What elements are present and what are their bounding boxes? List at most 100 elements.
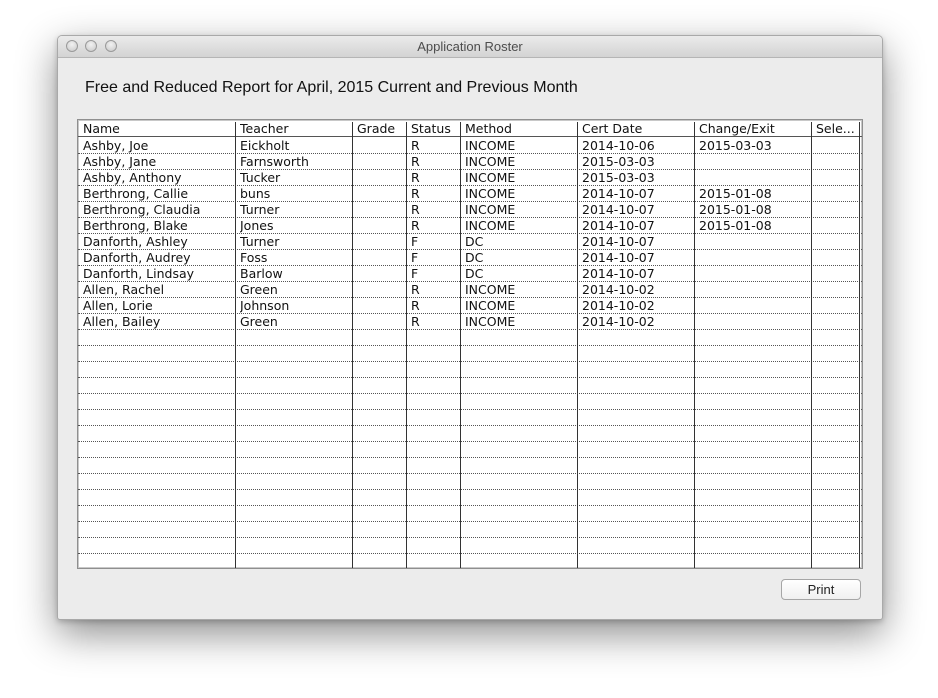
cell-select <box>816 250 858 266</box>
cell-select <box>816 218 858 234</box>
empty-table-row[interactable] <box>78 330 862 346</box>
column-header-cert-date[interactable]: Cert Date <box>582 122 695 136</box>
table-row[interactable]: Berthrong, Claudia Turner R INCOME 2014-10-0… <box>78 202 862 218</box>
cell-change-exit <box>699 282 812 298</box>
cell-change-exit: 2015-01-08 <box>699 186 772 201</box>
cell-teacher: buns <box>240 186 271 201</box>
column-divider[interactable] <box>352 122 353 568</box>
cell-teacher: Turner <box>240 234 280 249</box>
empty-table-row[interactable] <box>78 506 862 522</box>
cell-select <box>816 202 858 218</box>
cell-change-exit <box>699 298 812 314</box>
cell-name: Berthrong, Blake <box>83 218 188 233</box>
cell-teacher: Farnsworth <box>240 154 309 169</box>
cell-name: Danforth, Lindsay <box>83 266 195 281</box>
column-divider[interactable] <box>811 122 812 568</box>
cell-name: Ashby, Joe <box>83 138 149 153</box>
column-divider[interactable] <box>460 122 461 568</box>
title-bar[interactable]: Application Roster <box>58 36 882 58</box>
cell-cert-date: 2014-10-07 <box>582 218 655 233</box>
column-header-change-exit[interactable]: Change/Exit <box>699 122 812 136</box>
cell-cert-date: 2015-03-03 <box>582 170 655 185</box>
table-row[interactable]: Ashby, Jane Farnsworth R INCOME 2015-03-03 <box>78 154 862 170</box>
column-header-status[interactable]: Status <box>411 122 461 136</box>
table-row[interactable]: Danforth, Lindsay Barlow F DC 2014-10-07 <box>78 266 862 282</box>
cell-grade <box>357 234 407 250</box>
empty-table-row[interactable] <box>78 378 862 394</box>
cell-status: R <box>411 282 420 297</box>
column-divider[interactable] <box>406 122 407 568</box>
report-title: Free and Reduced Report for April, 2015 … <box>85 79 578 96</box>
table-row[interactable]: Danforth, Audrey Foss F DC 2014-10-07 <box>78 250 862 266</box>
empty-table-row[interactable] <box>78 474 862 490</box>
table-row[interactable]: Allen, Bailey Green R INCOME 2014-10-02 <box>78 314 862 330</box>
cell-teacher: Eickholt <box>240 138 290 153</box>
column-header-method[interactable]: Method <box>465 122 578 136</box>
cell-select <box>816 298 858 314</box>
cell-change-exit <box>699 266 812 282</box>
empty-table-row[interactable] <box>78 554 862 568</box>
table-row[interactable]: Ashby, Joe Eickholt R INCOME 2014-10-06 2015-… <box>78 138 862 154</box>
column-divider[interactable] <box>694 122 695 568</box>
cell-status: F <box>411 234 419 249</box>
table-header: Name Teacher Grade Status Method Cert Da… <box>78 122 862 137</box>
cell-grade <box>357 218 407 234</box>
cell-status: R <box>411 202 420 217</box>
cell-status: R <box>411 218 420 233</box>
table-row[interactable]: Allen, Lorie Johnson R INCOME 2014-10-02 <box>78 298 862 314</box>
print-button[interactable]: Print <box>781 579 861 600</box>
cell-select <box>816 138 858 154</box>
column-header-name[interactable]: Name <box>83 122 233 136</box>
table-row[interactable]: Berthrong, Blake Jones R INCOME 2014-10-07 20… <box>78 218 862 234</box>
cell-grade <box>357 202 407 218</box>
cell-teacher: Green <box>240 282 278 297</box>
cell-teacher: Jones <box>240 218 274 233</box>
cell-method: INCOME <box>465 298 516 313</box>
table-row[interactable]: Berthrong, Callie buns R INCOME 2014-10-07 20… <box>78 186 862 202</box>
column-header-grade[interactable]: Grade <box>357 122 407 136</box>
empty-table-row[interactable] <box>78 458 862 474</box>
cell-name: Ashby, Jane <box>83 154 157 169</box>
cell-status: F <box>411 266 419 281</box>
cell-method: INCOME <box>465 154 516 169</box>
cell-status: F <box>411 250 419 265</box>
empty-table-row[interactable] <box>78 362 862 378</box>
column-header-teacher[interactable]: Teacher <box>240 122 353 136</box>
column-divider[interactable] <box>235 122 236 568</box>
roster-table[interactable]: Name Teacher Grade Status Method Cert Da… <box>77 119 863 569</box>
cell-name: Danforth, Audrey <box>83 250 191 265</box>
cell-teacher: Foss <box>240 250 268 265</box>
cell-teacher: Johnson <box>240 298 290 313</box>
cell-cert-date: 2014-10-07 <box>582 202 655 217</box>
table-row[interactable]: Allen, Rachel Green R INCOME 2014-10-02 <box>78 282 862 298</box>
cell-change-exit: 2015-01-08 <box>699 218 772 233</box>
empty-table-row[interactable] <box>78 490 862 506</box>
cell-status: R <box>411 138 420 153</box>
cell-cert-date: 2014-10-02 <box>582 298 655 313</box>
cell-select <box>816 170 858 186</box>
empty-table-row[interactable] <box>78 442 862 458</box>
cell-select <box>816 266 858 282</box>
cell-teacher: Barlow <box>240 266 283 281</box>
cell-status: R <box>411 170 420 185</box>
empty-table-row[interactable] <box>78 346 862 362</box>
cell-method: DC <box>465 250 484 265</box>
empty-table-row[interactable] <box>78 426 862 442</box>
cell-grade <box>357 250 407 266</box>
empty-table-row[interactable] <box>78 522 862 538</box>
cell-teacher: Tucker <box>240 170 281 185</box>
table-row[interactable]: Danforth, Ashley Turner F DC 2014-10-07 <box>78 234 862 250</box>
cell-method: DC <box>465 266 484 281</box>
table-row[interactable]: Ashby, Anthony Tucker R INCOME 2015-03-03 <box>78 170 862 186</box>
cell-method: INCOME <box>465 202 516 217</box>
column-divider[interactable] <box>577 122 578 568</box>
empty-table-row[interactable] <box>78 394 862 410</box>
cell-method: INCOME <box>465 186 516 201</box>
empty-table-row[interactable] <box>78 410 862 426</box>
empty-table-row[interactable] <box>78 538 862 554</box>
cell-name: Allen, Bailey <box>83 314 161 329</box>
cell-grade <box>357 186 407 202</box>
cell-name: Berthrong, Claudia <box>83 202 201 217</box>
column-header-select[interactable]: Sele... <box>816 122 858 136</box>
cell-cert-date: 2014-10-02 <box>582 314 655 329</box>
